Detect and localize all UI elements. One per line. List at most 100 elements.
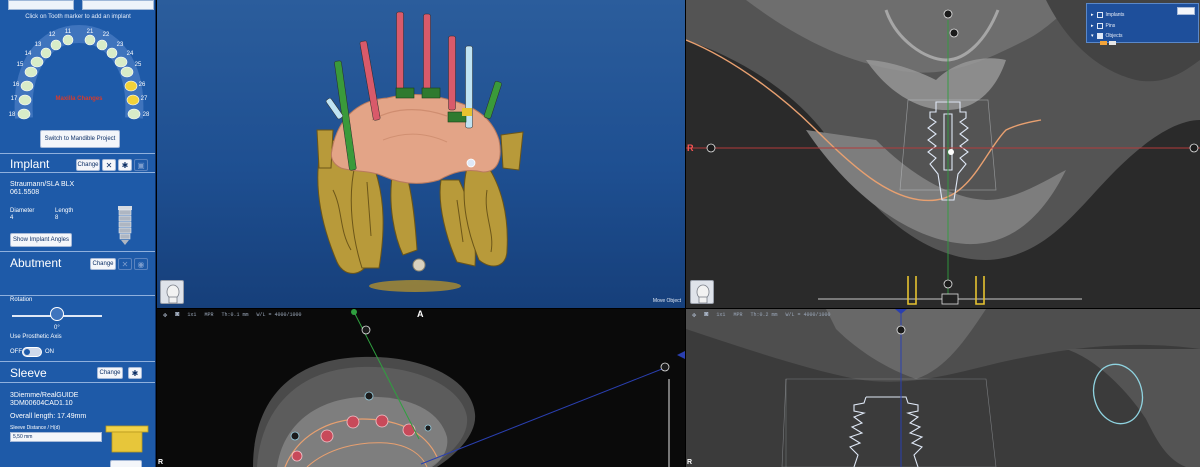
objects-row-objects[interactable]: ▾ Objects	[1091, 33, 1122, 39]
sleeve-base[interactable]	[421, 87, 441, 99]
orientation-head-icon[interactable]	[160, 280, 184, 304]
camera-icon[interactable]: ◙	[175, 311, 179, 319]
tooth-number: 11	[65, 29, 72, 35]
lock-icon[interactable]: ▣	[134, 159, 148, 171]
move-icon[interactable]: ✥	[163, 311, 167, 320]
tooth-13[interactable]	[40, 47, 52, 59]
sleeve-change-button[interactable]: Change	[97, 367, 123, 379]
objects-row-label: Pins	[1105, 23, 1116, 29]
toolbar-window: W/L = 4000/1000	[785, 312, 831, 318]
orientation-letter-a: A	[417, 309, 424, 319]
tooth-16[interactable]	[20, 80, 34, 92]
objects-row-label: Implants	[1105, 12, 1125, 18]
viewport-axial[interactable]: ✥ ◙ 1x1 MPR Th:0.1 mm W/L = 4000/1000 A …	[157, 309, 685, 467]
viewport-panoramic[interactable]: ✥ ◙ 1x1 MPR Th:0.2 mm W/L = 4000/1000 R	[686, 309, 1200, 467]
checkbox[interactable]	[1096, 23, 1103, 29]
sleeve-distance-input[interactable]: 5,50 mm	[10, 432, 102, 442]
toolbar-zoom[interactable]: 1x1	[716, 312, 725, 318]
sleeve-base[interactable]	[395, 87, 415, 99]
move-icon[interactable]: ✥	[692, 311, 696, 320]
toolbar-zoom[interactable]: 1x1	[187, 312, 196, 318]
chevron-down-icon[interactable]: ▾	[1091, 33, 1094, 39]
guide-pin[interactable]	[483, 81, 502, 119]
abutment-change-button[interactable]: Change	[90, 258, 116, 270]
pin-icon[interactable]: ✱	[128, 367, 142, 379]
chevron-right-icon[interactable]: ▸	[1091, 23, 1094, 29]
tooth-21[interactable]	[84, 34, 96, 46]
pin-icon[interactable]: ✱	[118, 159, 132, 171]
tooth-26[interactable]	[124, 80, 138, 92]
planning-sidebar: Click on Tooth marker to add an implant …	[0, 0, 156, 467]
center-label: Maxilla Changes	[55, 96, 103, 102]
tooth-11[interactable]	[62, 34, 74, 46]
sleeve-distance-label: Sleeve Distance / H(d)	[10, 425, 61, 431]
tooth-number: 15	[17, 62, 24, 68]
diameter-value: 4	[10, 215, 14, 221]
tab-lower[interactable]	[82, 0, 154, 10]
eye-icon[interactable]: ◉	[134, 258, 148, 270]
abutment-title: Abutment	[10, 256, 62, 270]
tooth-number: 25	[135, 62, 142, 68]
rotation-divider	[0, 295, 155, 296]
tooth-number: 16	[13, 82, 20, 88]
sleeve-title: Sleeve	[10, 366, 47, 380]
sidebar-tabs	[8, 0, 154, 10]
objects-row-implants[interactable]: ▸ Implants	[1091, 12, 1124, 18]
checkbox[interactable]	[1096, 12, 1103, 18]
camera-icon[interactable]: ◙	[704, 311, 708, 319]
move-object-label[interactable]: Move Object	[653, 298, 681, 304]
tooth-22[interactable]	[96, 39, 108, 51]
tooth-18[interactable]	[17, 108, 31, 120]
checkbox[interactable]	[1096, 33, 1103, 39]
orientation-letter-r: R	[687, 459, 693, 466]
cross-section-scan[interactable]	[686, 0, 1200, 308]
chevron-right-icon[interactable]: ▸	[1091, 12, 1094, 18]
toggle-off-label: OFF	[10, 349, 22, 355]
close-icon[interactable]: ✕	[102, 159, 116, 171]
viewport-cross-section[interactable]: R S ▸ Implants ▸ Pins ▾ Objects	[686, 0, 1200, 308]
sleeve-brand: 3Diemme/RealGUIDE	[10, 392, 79, 399]
object-swatches	[1100, 41, 1116, 45]
objects-panel[interactable]: ▸ Implants ▸ Pins ▾ Objects	[1086, 3, 1199, 45]
implant-divider	[0, 153, 155, 154]
orientation-head-icon[interactable]	[690, 280, 714, 304]
panel-button[interactable]	[1177, 7, 1195, 15]
tooth-number: 18	[9, 112, 16, 118]
tooth-14[interactable]	[30, 56, 44, 68]
dental-3d-model[interactable]	[157, 0, 685, 308]
objects-row-label: Objects	[1105, 33, 1123, 39]
tooth-number: 12	[49, 32, 56, 38]
tooth-12[interactable]	[50, 39, 62, 51]
tab-upper[interactable]	[8, 0, 74, 10]
toolbar-mode[interactable]: MPR	[204, 312, 213, 318]
tooth-chart[interactable]: 11 12 131415 16 17 18 21 22 232425 26 27 28 Maxilla…	[6, 24, 152, 124]
axial-scan[interactable]	[157, 309, 685, 467]
tooth-27[interactable]	[126, 94, 140, 106]
viewport-3d[interactable]: Move Object	[157, 0, 685, 308]
tooth-25[interactable]	[120, 66, 134, 78]
tooth-number: 24	[127, 51, 134, 57]
implant-change-button[interactable]: Change	[76, 159, 100, 171]
tooth-number: 14	[25, 51, 32, 57]
objects-row-pins[interactable]: ▸ Pins	[1091, 23, 1115, 29]
rotation-knob[interactable]	[50, 307, 64, 321]
tooth-28[interactable]	[127, 108, 141, 120]
guide-pin[interactable]	[396, 11, 404, 96]
sleeve-extra-button[interactable]	[110, 460, 142, 467]
tooth-23[interactable]	[106, 47, 118, 59]
guide-pin[interactable]	[448, 35, 456, 111]
sleeve-selected[interactable]	[462, 108, 472, 116]
close-icon[interactable]: ✕	[118, 258, 132, 270]
sleeve-overall-length: Overall length: 17.49mm	[10, 413, 87, 420]
tooth-15[interactable]	[24, 66, 38, 78]
panoramic-scan[interactable]	[686, 309, 1200, 467]
toolbar-mode[interactable]: MPR	[733, 312, 742, 318]
toolbar-window: W/L = 4000/1000	[256, 312, 302, 318]
tooth-number: 23	[117, 42, 124, 48]
tooth-24[interactable]	[114, 56, 128, 68]
switch-mandible-button[interactable]: Switch to Mandible Project	[40, 130, 120, 148]
show-implant-angles-button[interactable]: Show Implant Angles	[10, 233, 72, 247]
guide-pin[interactable]	[423, 13, 431, 91]
tooth-17[interactable]	[18, 94, 32, 106]
prosthetic-axis-toggle[interactable]	[22, 347, 42, 357]
